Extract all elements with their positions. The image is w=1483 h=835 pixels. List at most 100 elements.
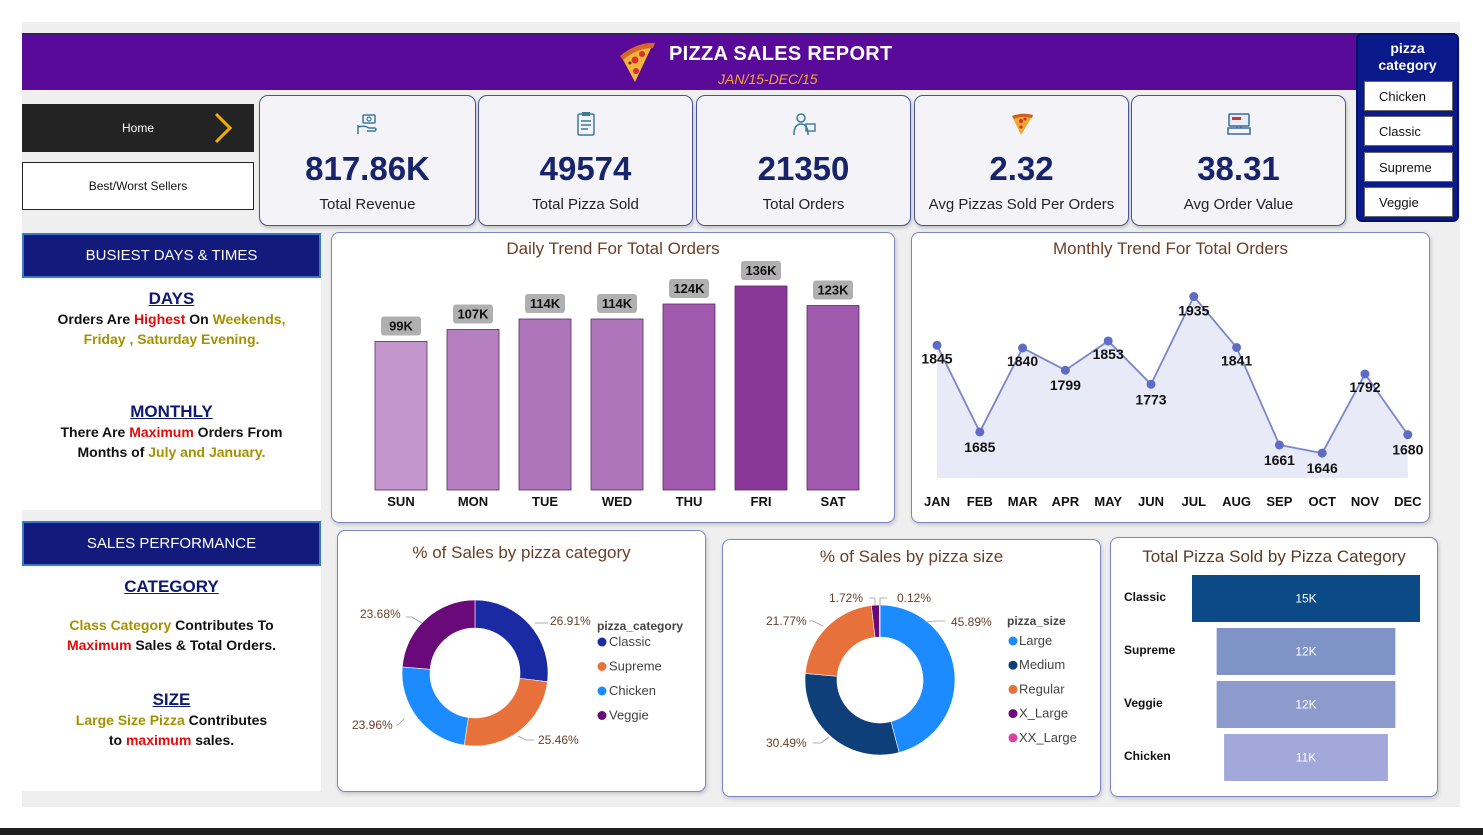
money-hand-icon (356, 114, 377, 134)
data-label: 30.49% (766, 736, 807, 750)
donut-slice (804, 605, 876, 677)
data-point (1103, 336, 1113, 346)
data-label: 21.77% (766, 614, 807, 628)
bar (590, 318, 644, 491)
best-worst-sellers-button[interactable]: Best/Worst Sellers (22, 162, 254, 210)
monthly-trend-card: Monthly Trend For Total Orders 1845 JAN 16… (911, 232, 1430, 523)
data-label: 1685 (964, 439, 995, 455)
slicer-option-chicken[interactable]: Chicken (1364, 81, 1453, 111)
slicer-title: pizza category (1378, 40, 1437, 73)
size-donut-chart: 45.89% 30.49% 21.77% 1.72% 0.12% pizza_size La… (766, 591, 1077, 756)
kpi-total-revenue: 817.86K Total Revenue (259, 95, 476, 226)
legend-label: Large (1019, 633, 1052, 648)
kpi-avg-pizzas-per-order: 2.32 Avg Pizzas Sold Per Orders (914, 95, 1129, 226)
legend-marker (1008, 733, 1018, 743)
data-label: 23.96% (352, 718, 393, 732)
x-tick-label: TUE (532, 494, 558, 509)
days-insight: DAYS Orders Are Highest On Weekends, Fri… (22, 289, 321, 349)
x-tick-label: FEB (967, 494, 993, 509)
data-label: 1792 (1349, 379, 1380, 395)
data-label: 114K (602, 296, 633, 311)
data-label: 114K (530, 296, 561, 311)
kpi-value: 21350 (757, 150, 850, 187)
slicer-option-veggie[interactable]: Veggie (1364, 187, 1453, 217)
data-label: 1.72% (829, 591, 863, 605)
data-label: 1853 (1093, 346, 1124, 362)
slicer-option-classic[interactable]: Classic (1364, 116, 1453, 146)
legend-marker (597, 711, 607, 720)
data-point (1189, 292, 1199, 302)
monthly-title: MONTHLY (130, 402, 213, 421)
kpi-label: Total Orders (762, 196, 845, 213)
x-tick-label: SEP (1266, 494, 1292, 509)
legend-marker (1008, 709, 1018, 719)
data-label: 0.12% (897, 591, 931, 605)
category-label: Classic (1124, 590, 1166, 604)
data-label: 11K (1296, 751, 1316, 765)
bar (446, 329, 500, 491)
data-label: 136K (745, 263, 777, 278)
category-insight: CATEGORY Class Category Contributes To M… (22, 577, 321, 655)
leader-line (517, 735, 534, 741)
bar (374, 341, 428, 491)
data-point (1018, 343, 1028, 353)
slicer-option-supreme[interactable]: Supreme (1364, 152, 1453, 182)
x-tick-label: MON (458, 494, 488, 509)
data-label: 1646 (1307, 460, 1338, 476)
data-point (1060, 365, 1070, 375)
data-label: 1799 (1050, 377, 1081, 393)
donut-slice (879, 604, 881, 638)
data-point (932, 340, 942, 350)
data-label: 1840 (1007, 353, 1038, 369)
home-button[interactable]: Home (22, 104, 254, 152)
pizza-slice-icon (1011, 113, 1033, 135)
legend-label: Supreme (609, 659, 662, 674)
category-donut-card: % of Sales by pizza category 26.91% 25.46… (337, 530, 706, 792)
donut-slice (401, 666, 469, 746)
data-label: 12K (1295, 645, 1316, 659)
best-worst-label: Best/Worst Sellers (88, 179, 188, 193)
data-point (1146, 379, 1156, 389)
leader-line (869, 597, 876, 606)
data-label: 99K (389, 319, 413, 334)
x-tick-label: WED (602, 494, 632, 509)
legend-label: Classic (609, 634, 651, 649)
kpi-total-orders: 21350 Total Orders (696, 95, 911, 226)
data-label: 1935 (1178, 303, 1209, 319)
size-title: SIZE (152, 690, 191, 709)
pizza-sold-category-chart: 15K Classic 12K Supreme 12K Veggie 11K Chicken (1124, 575, 1420, 781)
kpi-label: Total Pizza Sold (532, 196, 639, 213)
legend-label: Veggie (609, 708, 649, 723)
data-label: 15K (1295, 592, 1316, 606)
data-label: 23.68% (360, 607, 401, 621)
bar (518, 318, 572, 491)
bar (734, 285, 788, 491)
pizza-icon (620, 42, 655, 82)
monthly-trend-chart: 1845 JAN 1685 FEB 1840 MAR 1799 APR 1853 MAY 1773 J… (921, 292, 1424, 509)
kpi-label: Avg Pizzas Sold Per Orders (928, 196, 1115, 213)
data-label: 1680 (1392, 442, 1423, 458)
data-point (1360, 369, 1370, 379)
busiest-days-heading: BUSIEST DAYS & TIMES (22, 233, 321, 278)
data-point (1232, 342, 1242, 352)
report-date-range: JAN/15-DEC/15 (718, 71, 818, 87)
data-label: 123K (817, 283, 849, 298)
data-label: 1845 (921, 350, 952, 366)
x-tick-label: THU (676, 494, 703, 509)
kpi-avg-order-value: 38.31 Avg Order Value (1131, 95, 1346, 226)
leader-line (924, 620, 945, 623)
donut-slice (401, 599, 476, 670)
data-point (1403, 430, 1413, 440)
cash-register-icon (1226, 113, 1251, 135)
data-point (1317, 448, 1327, 458)
category-label: Supreme (1124, 643, 1176, 657)
pizza-sold-category-card: Total Pizza Sold by Pizza Category 15K Cl… (1110, 537, 1438, 797)
legend-marker (597, 637, 607, 647)
leader-line (396, 718, 405, 726)
kpi-value: 817.86K (305, 150, 430, 187)
kpi-label: Total Revenue (319, 196, 416, 213)
data-label: 45.89% (951, 615, 992, 629)
x-tick-label: NOV (1351, 494, 1380, 509)
data-label: 1841 (1221, 352, 1252, 368)
legend-label: Regular (1019, 681, 1065, 696)
